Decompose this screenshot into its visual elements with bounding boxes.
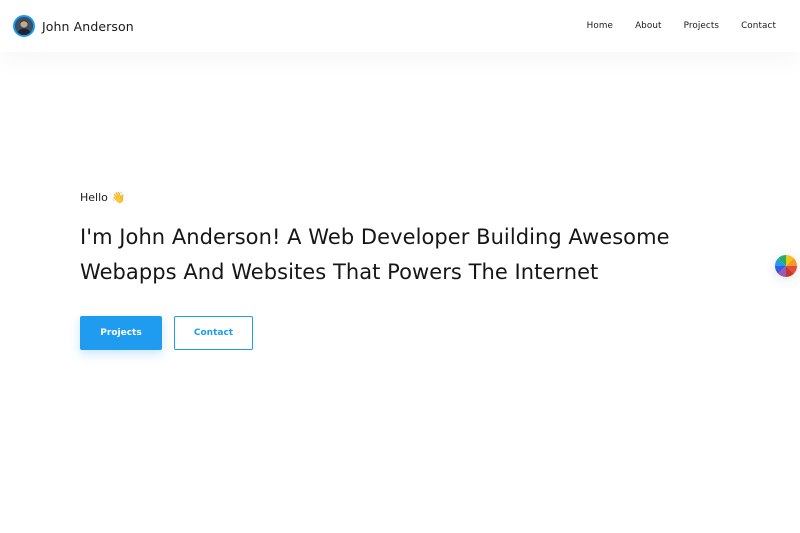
headline-line-1: I'm John Anderson! A Web Developer Build… <box>80 225 670 249</box>
nav-home[interactable]: Home <box>587 21 613 31</box>
greeting-text: Hello <box>80 191 108 204</box>
nav-contact[interactable]: Contact <box>741 21 776 31</box>
hero-section: Hello 👋 I'm John Anderson! A Web Develop… <box>80 191 720 350</box>
avatar <box>13 15 35 37</box>
contact-button[interactable]: Contact <box>174 316 253 350</box>
hero-actions: Projects Contact <box>80 316 720 350</box>
color-wheel-icon <box>775 255 797 277</box>
greeting: Hello 👋 <box>80 191 720 204</box>
theme-switcher-button[interactable] <box>775 255 797 277</box>
nav-projects[interactable]: Projects <box>684 21 719 31</box>
headline-line-2: Webapps And Websites That Powers The Int… <box>80 260 599 284</box>
brand-logo[interactable]: John Anderson <box>13 15 134 37</box>
projects-button[interactable]: Projects <box>80 316 162 350</box>
nav-about[interactable]: About <box>635 21 662 31</box>
brand-name: John Anderson <box>42 18 134 34</box>
user-avatar-icon <box>15 17 33 35</box>
waving-hand-icon: 👋 <box>111 191 126 204</box>
site-header: John Anderson Home About Projects Contac… <box>0 0 800 52</box>
hero-headline: I'm John Anderson! A Web Developer Build… <box>80 220 720 290</box>
main-nav: Home About Projects Contact <box>587 21 776 31</box>
